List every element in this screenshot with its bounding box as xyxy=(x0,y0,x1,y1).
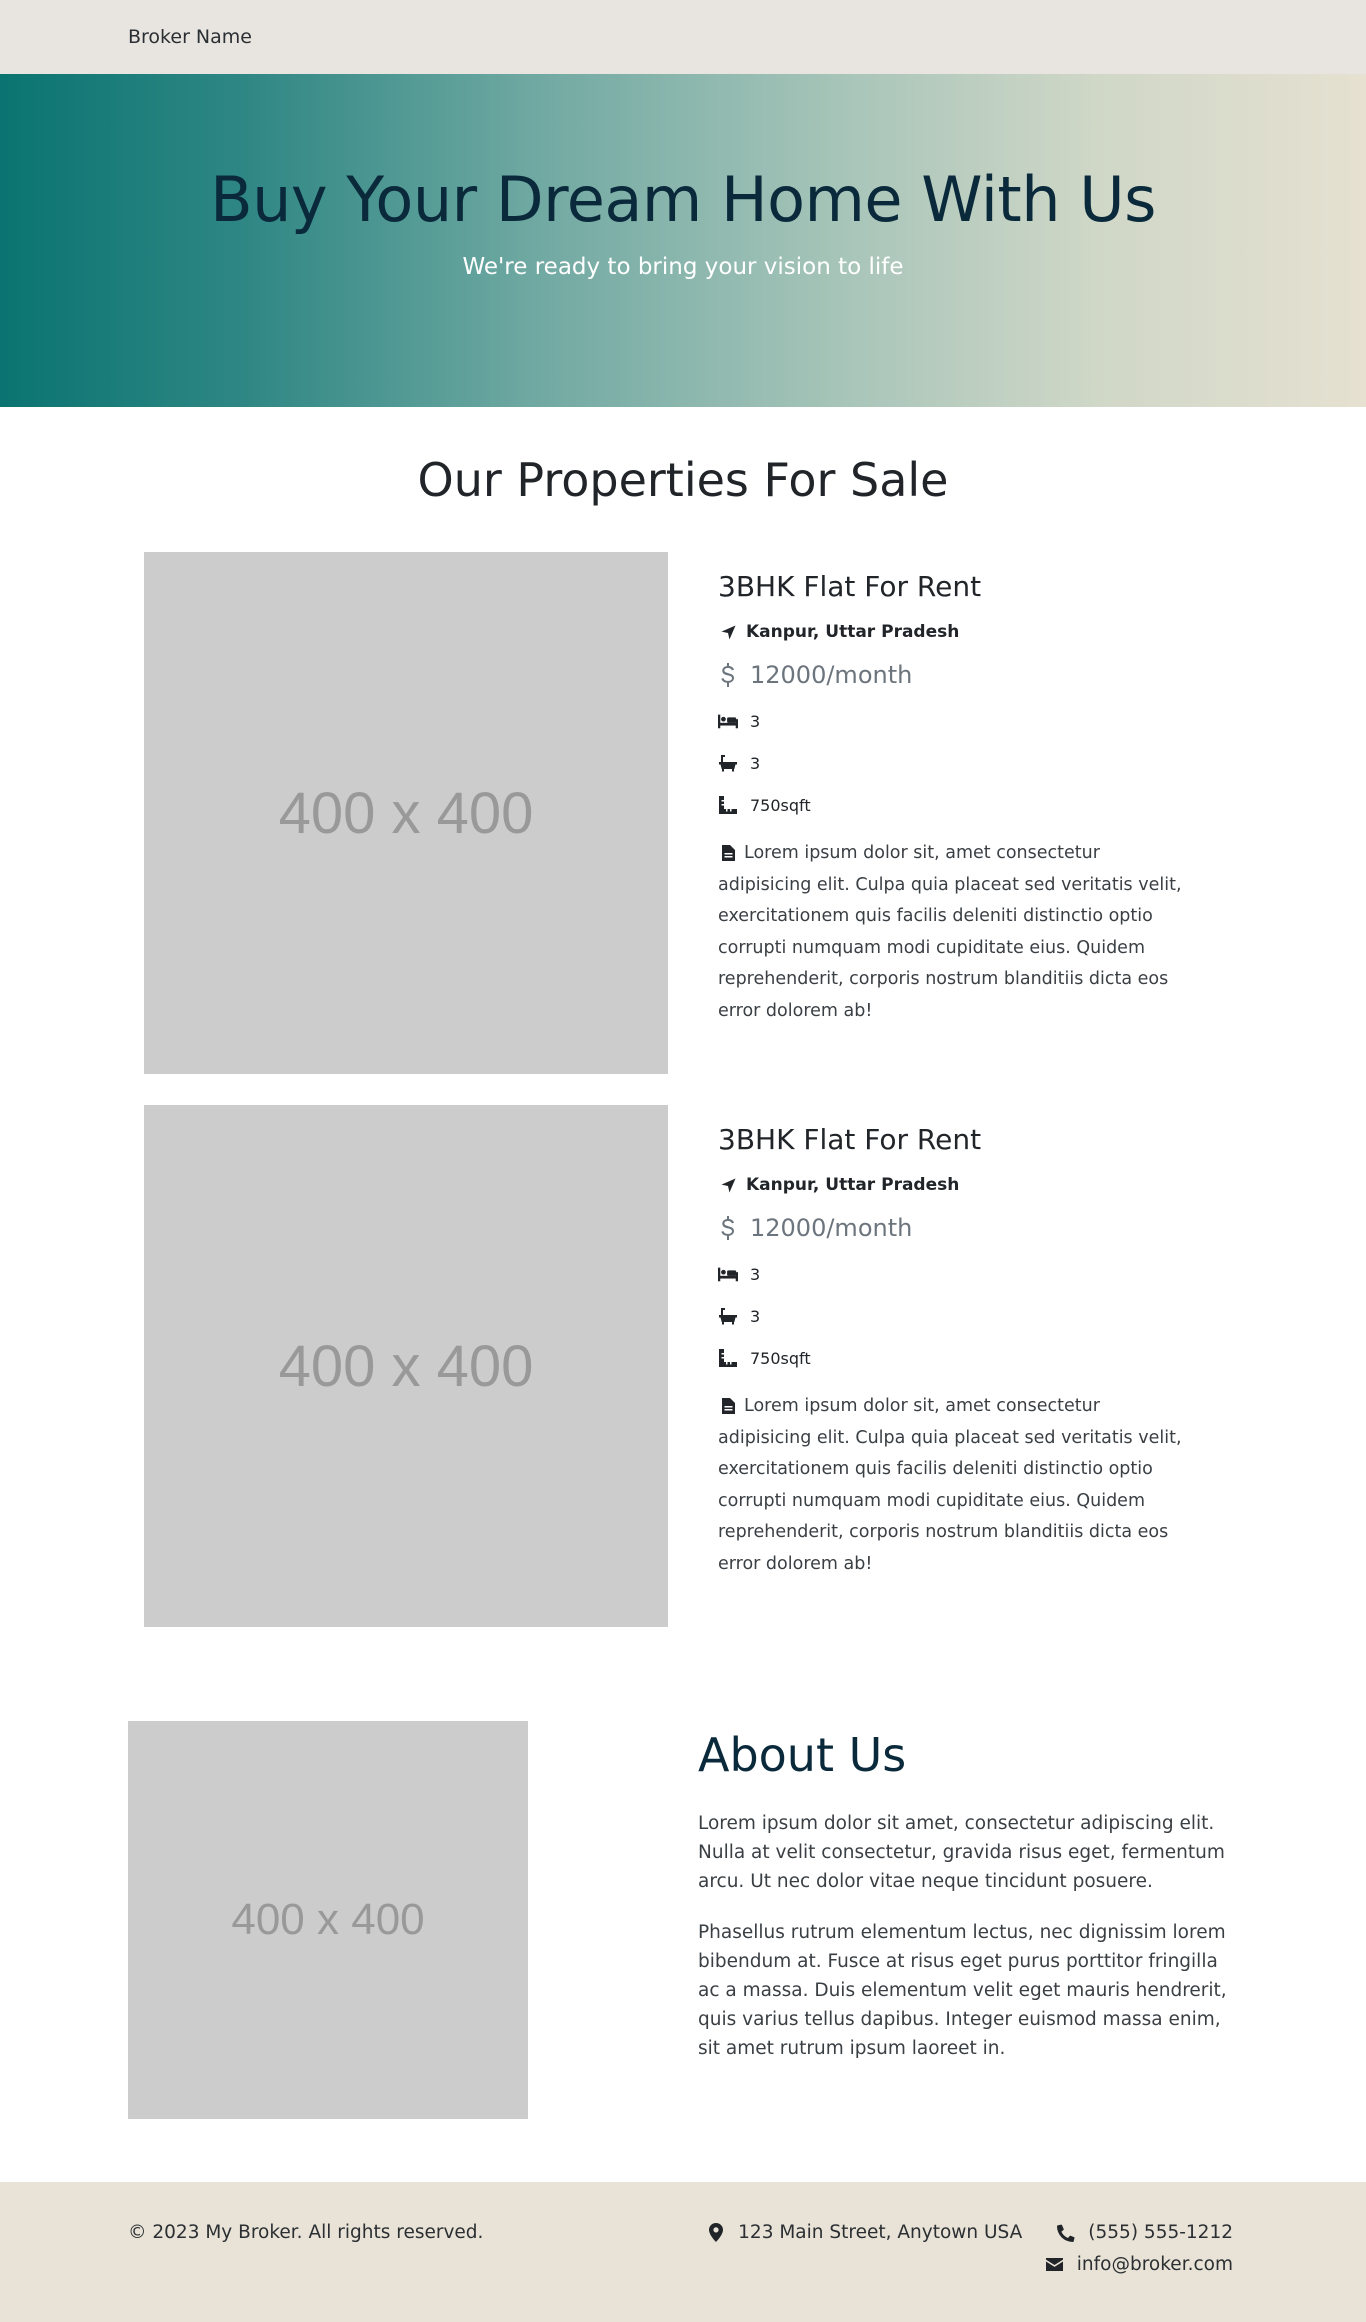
address-item: 123 Main Street, Anytown USA xyxy=(706,2222,1022,2243)
properties-heading: Our Properties For Sale xyxy=(417,453,949,507)
hero-banner: Buy Your Dream Home With Us We're ready … xyxy=(0,74,1366,407)
hero-title: Buy Your Dream Home With Us xyxy=(210,163,1156,236)
phone-icon xyxy=(1056,2223,1076,2243)
property-title: 3BHK Flat For Rent xyxy=(718,1123,982,1156)
about-paragraph: Phasellus rutrum elementum lectus, nec d… xyxy=(698,1922,1227,2059)
property-image: 400 x 400 xyxy=(144,1105,668,1627)
envelope-icon xyxy=(1045,2255,1065,2275)
property-bathrooms: 3 xyxy=(718,753,1198,773)
property-area-text: 750sqft xyxy=(750,1348,811,1368)
ruler-icon xyxy=(718,1348,738,1368)
property-card: 400 x 400 3BHK Flat For Rent Kanpur, Utt… xyxy=(144,1105,1224,1627)
file-icon xyxy=(718,1396,738,1416)
property-area: 750sqft xyxy=(718,1348,1198,1368)
about-image: 400 x 400 xyxy=(128,1721,528,2119)
property-price: 12000/month xyxy=(718,1214,1198,1242)
property-image: 400 x 400 xyxy=(144,552,668,1074)
property-bathrooms-count: 3 xyxy=(750,753,761,773)
property-bathrooms: 3 xyxy=(718,1306,1198,1326)
dollar-icon xyxy=(718,663,738,687)
property-title: 3BHK Flat For Rent xyxy=(718,570,982,603)
file-icon xyxy=(718,843,738,863)
property-location-text: Kanpur, Uttar Pradesh xyxy=(746,1175,960,1195)
phone-link[interactable]: (555) 555-1212 xyxy=(1088,2222,1233,2243)
bed-icon xyxy=(718,711,738,731)
location-arrow-icon xyxy=(718,1175,738,1195)
footer: © 2023 My Broker. All rights reserved. 1… xyxy=(0,2182,1366,2322)
property-bedrooms: 3 xyxy=(718,1264,1198,1284)
about-heading: About Us xyxy=(698,1728,907,1782)
phone-item: (555) 555-1212 xyxy=(1056,2222,1233,2243)
property-description: Lorem ipsum dolor sit, amet consectetur … xyxy=(718,1391,1198,1580)
property-description-text: Lorem ipsum dolor sit, amet consectetur … xyxy=(718,1396,1182,1574)
property-bedrooms-count: 3 xyxy=(750,711,761,731)
property-info: 3BHK Flat For Rent Kanpur, Uttar Pradesh… xyxy=(718,1123,1198,1580)
property-bedrooms-count: 3 xyxy=(750,1264,761,1284)
property-card: 400 x 400 3BHK Flat For Rent Kanpur, Utt… xyxy=(144,552,1224,1074)
about-section: 400 x 400 About Us Lorem ipsum dolor sit… xyxy=(0,1720,1366,2120)
bath-icon xyxy=(718,753,738,773)
about-paragraph: Lorem ipsum dolor sit amet, consectetur … xyxy=(698,1813,1225,1892)
brand-link[interactable]: Broker Name xyxy=(128,26,252,48)
property-area-text: 750sqft xyxy=(750,795,811,815)
dollar-icon xyxy=(718,1216,738,1240)
property-price-text: 12000/month xyxy=(750,1214,913,1242)
map-marker-icon xyxy=(706,2223,726,2243)
hero-subtitle: We're ready to bring your vision to life xyxy=(462,254,904,280)
bath-icon xyxy=(718,1306,738,1326)
property-price-text: 12000/month xyxy=(750,661,913,689)
copyright-text: © 2023 My Broker. All rights reserved. xyxy=(128,2222,484,2243)
location-arrow-icon xyxy=(718,622,738,642)
property-info: 3BHK Flat For Rent Kanpur, Uttar Pradesh… xyxy=(718,570,1198,1027)
email-link[interactable]: info@broker.com xyxy=(1077,2254,1233,2275)
contact-info: 123 Main Street, Anytown USA (555) 555-1… xyxy=(706,2222,1233,2275)
property-area: 750sqft xyxy=(718,795,1198,815)
property-bathrooms-count: 3 xyxy=(750,1306,761,1326)
property-description: Lorem ipsum dolor sit, amet consectetur … xyxy=(718,838,1198,1027)
ruler-icon xyxy=(718,795,738,815)
property-location: Kanpur, Uttar Pradesh xyxy=(718,1175,1198,1195)
about-content: About Us Lorem ipsum dolor sit amet, con… xyxy=(698,1728,1238,2063)
property-description-text: Lorem ipsum dolor sit, amet consectetur … xyxy=(718,843,1182,1021)
property-location: Kanpur, Uttar Pradesh xyxy=(718,622,1198,642)
navbar: Broker Name xyxy=(0,0,1366,74)
email-item: info@broker.com xyxy=(1045,2254,1233,2275)
property-location-text: Kanpur, Uttar Pradesh xyxy=(746,622,960,642)
bed-icon xyxy=(718,1264,738,1284)
property-bedrooms: 3 xyxy=(718,711,1198,731)
property-price: 12000/month xyxy=(718,661,1198,689)
address-text: 123 Main Street, Anytown USA xyxy=(738,2222,1023,2243)
